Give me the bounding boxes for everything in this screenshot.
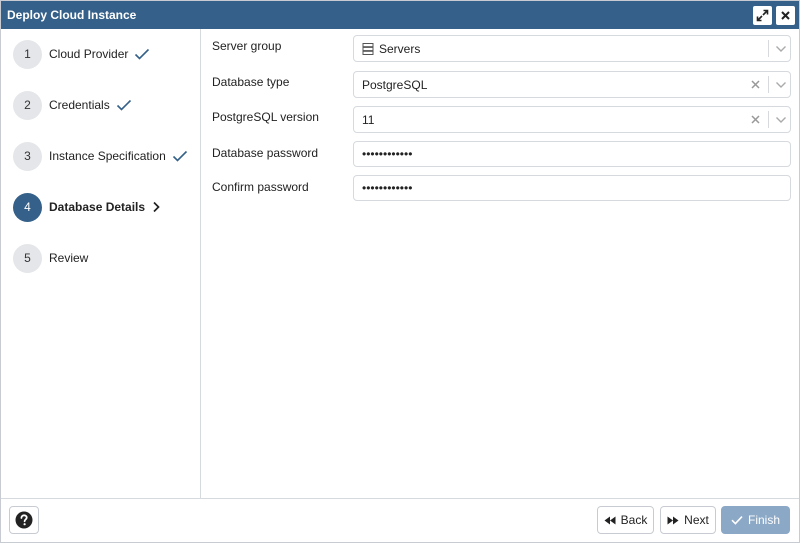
- finish-button[interactable]: Finish: [721, 506, 790, 534]
- next-button[interactable]: Next: [660, 506, 716, 534]
- postgres-version-value: 11: [362, 113, 375, 127]
- wizard-steps: 1 Cloud Provider 2 Credentials 3 Instanc…: [1, 29, 201, 498]
- database-type-value: PostgreSQL: [362, 78, 428, 92]
- server-group-value: Servers: [379, 42, 421, 56]
- maximize-button[interactable]: [753, 6, 772, 25]
- check-icon: [134, 48, 150, 60]
- step-label: Database Details: [49, 200, 146, 214]
- postgres-version-select[interactable]: 11: [353, 106, 791, 133]
- question-icon: [15, 511, 33, 529]
- database-details-form: Server group Servers Database type Postg…: [202, 29, 799, 498]
- step-review[interactable]: 5 Review: [13, 243, 88, 273]
- step-database-details[interactable]: 4 Database Details: [13, 192, 161, 222]
- server-group-select[interactable]: Servers: [353, 35, 791, 62]
- chevron-down-icon[interactable]: [772, 107, 790, 132]
- step-number: 1: [13, 39, 42, 69]
- dialog-titlebar[interactable]: Deploy Cloud Instance: [1, 1, 799, 29]
- wizard-body: 1 Cloud Provider 2 Credentials 3 Instanc…: [1, 29, 799, 498]
- back-button[interactable]: Back: [597, 506, 654, 534]
- dialog-title: Deploy Cloud Instance: [7, 8, 137, 22]
- database-password-label: Database password: [212, 146, 319, 160]
- clear-icon[interactable]: [746, 72, 764, 97]
- check-icon: [172, 150, 188, 162]
- step-credentials[interactable]: 2 Credentials: [13, 90, 132, 120]
- postgres-version-label: PostgreSQL version: [212, 110, 319, 124]
- server-group-icon: [362, 43, 374, 55]
- database-type-select[interactable]: PostgreSQL: [353, 71, 791, 98]
- step-cloud-provider[interactable]: 1 Cloud Provider: [13, 39, 150, 69]
- confirm-password-label: Confirm password: [212, 180, 309, 194]
- chevron-right-icon: [151, 201, 161, 213]
- step-instance-specification[interactable]: 3 Instance Specification: [13, 141, 188, 171]
- database-password-field[interactable]: [353, 141, 791, 167]
- dialog-footer: Back Next Finish: [1, 498, 799, 542]
- back-label: Back: [620, 513, 648, 527]
- deploy-cloud-instance-dialog: Deploy Cloud Instance 1 Cloud Provider 2: [0, 0, 800, 543]
- close-button[interactable]: [776, 6, 795, 25]
- database-type-label: Database type: [212, 75, 290, 89]
- check-icon: [731, 516, 743, 525]
- step-number: 4: [13, 192, 42, 222]
- step-number: 5: [13, 243, 42, 273]
- chevron-down-icon[interactable]: [772, 36, 790, 61]
- help-button[interactable]: [9, 506, 39, 534]
- step-number: 3: [13, 141, 42, 171]
- step-label: Review: [49, 251, 89, 265]
- clear-icon[interactable]: [746, 107, 764, 132]
- confirm-password-field[interactable]: [353, 175, 791, 201]
- chevron-down-icon[interactable]: [772, 72, 790, 97]
- step-number: 2: [13, 90, 42, 120]
- separator: [768, 76, 769, 93]
- separator: [768, 40, 769, 57]
- separator: [768, 111, 769, 128]
- close-icon: [781, 11, 790, 20]
- step-label: Instance Specification: [49, 149, 166, 163]
- step-label: Cloud Provider: [49, 47, 129, 61]
- check-icon: [116, 99, 132, 111]
- next-label: Next: [684, 513, 709, 527]
- finish-label: Finish: [747, 513, 780, 527]
- server-group-label: Server group: [212, 39, 282, 53]
- rewind-icon: [604, 516, 616, 524]
- step-label: Credentials: [49, 98, 110, 112]
- fast-forward-icon: [667, 516, 679, 524]
- expand-icon: [756, 9, 769, 22]
